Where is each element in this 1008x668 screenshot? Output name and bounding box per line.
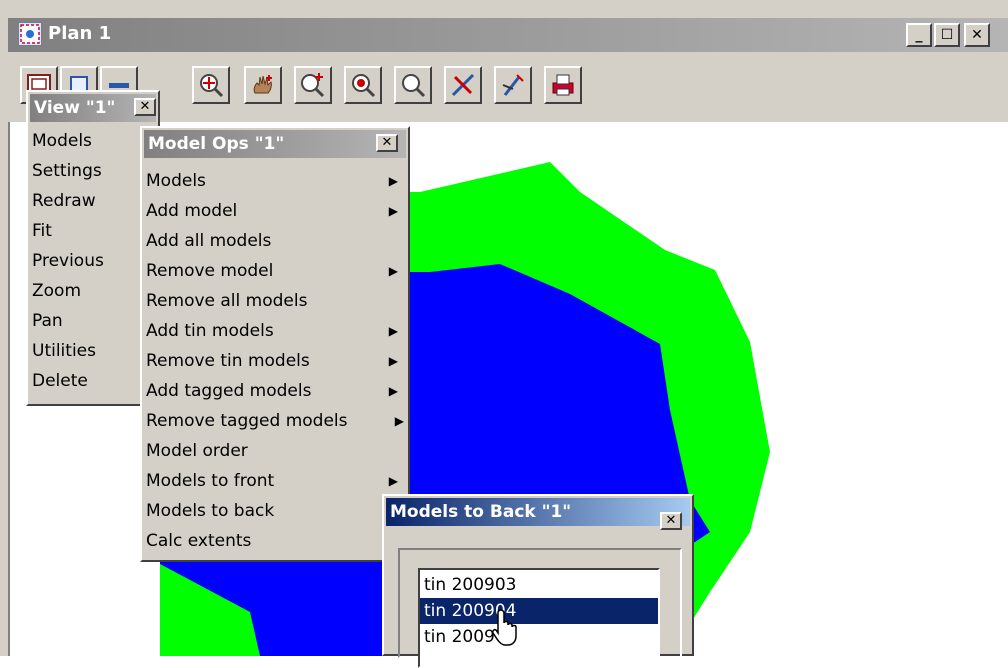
- model-ops-item-models-to-back[interactable]: Models to back: [142, 496, 408, 526]
- zoom-center-icon: [352, 74, 376, 98]
- view-menu-item-delete[interactable]: Delete: [28, 366, 158, 396]
- models-to-back-titlebar[interactable]: Models to Back "1": [386, 498, 690, 526]
- model-ops-item-remove-tagged-models[interactable]: Remove tagged models ▶: [142, 406, 408, 436]
- model-ops-item-label: Models to back: [146, 501, 275, 521]
- plan-title: Plan 1: [48, 23, 112, 44]
- model-ops-item-label: Add tagged models: [146, 381, 312, 401]
- models-to-back-close-button[interactable]: ✕: [660, 512, 682, 530]
- print-icon: [552, 74, 574, 96]
- zoom-out-icon: [402, 74, 426, 98]
- model-ops-item-add-tagged-models[interactable]: Add tagged models ▶: [142, 376, 408, 406]
- model-ops-item-models-to-front[interactable]: Models to front ▶: [142, 466, 408, 496]
- model-ops-item-label: Add model: [146, 201, 238, 221]
- submenu-arrow-icon: ▶: [388, 354, 398, 368]
- print-button[interactable]: [544, 66, 582, 104]
- model-ops-item-remove-model[interactable]: Remove model ▶: [142, 256, 408, 286]
- view-menu-item-models[interactable]: Models: [28, 126, 158, 156]
- model-ops-menu-title-text: Model Ops "1": [148, 134, 285, 154]
- fit-icon: [200, 74, 224, 98]
- zoom-center-button[interactable]: [344, 66, 382, 104]
- model-ops-item-models[interactable]: Models ▶: [142, 166, 408, 196]
- list-item[interactable]: tin 200903: [420, 572, 658, 598]
- model-ops-item-label: Remove all models: [146, 291, 308, 311]
- view-menu-item-fit[interactable]: Fit: [28, 216, 158, 246]
- close-button[interactable]: ✕: [964, 23, 990, 47]
- model-ops-item-calc-extents[interactable]: Calc extents: [142, 526, 408, 556]
- model-ops-item-add-all-models[interactable]: Add all models: [142, 226, 408, 256]
- model-ops-item-label: Model order: [146, 441, 248, 461]
- model-ops-close-button[interactable]: ✕: [376, 134, 398, 152]
- submenu-arrow-icon: ▶: [388, 474, 398, 488]
- model-ops-item-label: Calc extents: [146, 531, 252, 551]
- view-menu-close-button[interactable]: ✕: [134, 98, 156, 116]
- models-to-back-dialog: Models to Back "1" ✕ tin 200903 tin 2009…: [382, 494, 694, 668]
- plan-window: Plan 1 _ ☐ ✕ View "1" ✕ Models Settings …: [0, 0, 1008, 668]
- model-ops-item-label: Add all models: [146, 231, 272, 251]
- model-ops-item-add-model[interactable]: Add model ▶: [142, 196, 408, 226]
- model-ops-item-label: Remove tin models: [146, 351, 310, 371]
- delete-icon: [451, 73, 475, 97]
- view-menu-item-zoom[interactable]: Zoom: [28, 276, 158, 306]
- maximize-button[interactable]: ☐: [934, 23, 960, 47]
- submenu-arrow-icon: ▶: [388, 384, 398, 398]
- view-menu-item-previous[interactable]: Previous: [28, 246, 158, 276]
- model-ops-item-model-order[interactable]: Model order: [142, 436, 408, 466]
- view-menu-item-redraw[interactable]: Redraw: [28, 186, 158, 216]
- model-ops-item-label: Models to front: [146, 471, 275, 491]
- submenu-arrow-icon: ▶: [388, 324, 398, 338]
- model-ops-item-label: Remove model: [146, 261, 274, 281]
- pan-icon: [253, 75, 272, 94]
- view-menu-item-settings[interactable]: Settings: [28, 156, 158, 186]
- pan-button[interactable]: [244, 66, 282, 104]
- list-item[interactable]: tin 200905: [420, 624, 658, 650]
- submenu-arrow-icon: ▶: [388, 174, 398, 188]
- view-menu-title-text: View "1": [34, 98, 116, 118]
- zoom-out-button[interactable]: [394, 66, 432, 104]
- models-list[interactable]: tin 200903 tin 200904 tin 200905: [418, 568, 660, 668]
- pick-button[interactable]: [494, 66, 532, 104]
- view-menu-item-pan[interactable]: Pan: [28, 306, 158, 336]
- models-to-back-title: Models to Back "1": [390, 502, 572, 522]
- plan-titlebar[interactable]: Plan 1 _ ☐ ✕: [8, 18, 1008, 52]
- pick-icon: [502, 74, 524, 96]
- plan-app-icon: [18, 22, 42, 46]
- model-ops-item-remove-all-models[interactable]: Remove all models: [142, 286, 408, 316]
- model-ops-item-add-tin-models[interactable]: Add tin models ▶: [142, 316, 408, 346]
- mouse-pointer-icon: [492, 609, 517, 646]
- view-menu-item-utilities[interactable]: Utilities: [28, 336, 158, 366]
- delete-button[interactable]: [444, 66, 482, 104]
- model-ops-item-label: Models: [146, 171, 206, 191]
- submenu-arrow-icon: ▶: [394, 414, 404, 428]
- minimize-button[interactable]: _: [906, 23, 932, 47]
- model-ops-item-remove-tin-models[interactable]: Remove tin models ▶: [142, 346, 408, 376]
- list-item-selected[interactable]: tin 200904: [420, 598, 658, 624]
- fit-button[interactable]: [192, 66, 230, 104]
- model-ops-item-label: Remove tagged models: [146, 411, 348, 431]
- zoom-in-button[interactable]: [294, 66, 332, 104]
- model-ops-menu-title[interactable]: Model Ops "1": [144, 130, 406, 158]
- model-ops-item-label: Add tin models: [146, 321, 274, 341]
- submenu-arrow-icon: ▶: [388, 264, 398, 278]
- submenu-arrow-icon: ▶: [388, 204, 398, 218]
- zoom-in-icon: [301, 73, 325, 98]
- model-ops-menu: Model Ops "1" ✕ Models ▶ Add model ▶ Add a…: [140, 126, 410, 562]
